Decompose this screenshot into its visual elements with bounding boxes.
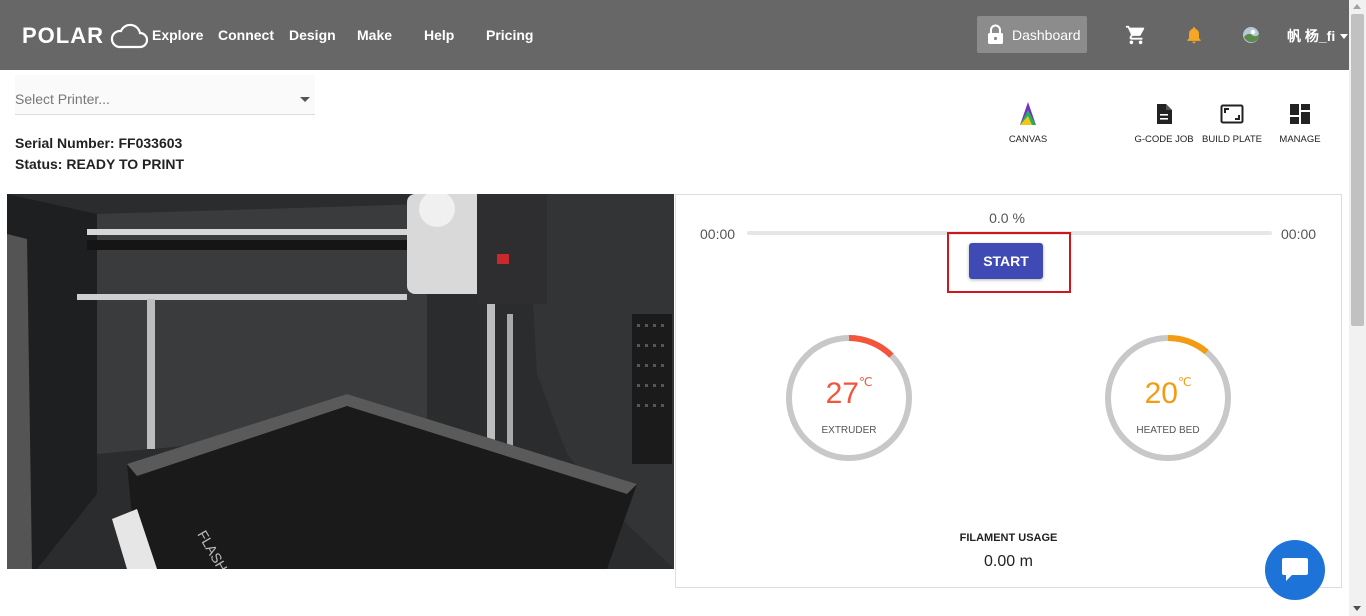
nav-connect[interactable]: Connect <box>218 0 274 70</box>
printer-select-placeholder: Select Printer... <box>15 91 110 107</box>
user-menu[interactable]: 帆 杨_fi <box>1287 26 1349 46</box>
caret-down-icon <box>300 97 310 102</box>
scrollbar-thumb[interactable] <box>1351 14 1364 326</box>
nav-design[interactable]: Design <box>289 0 336 70</box>
scroll-down-arrow-icon[interactable] <box>1353 606 1361 611</box>
heated-bed-gauge: 20℃ HEATED BED <box>1103 333 1233 463</box>
extruder-gauge: 27℃ EXTRUDER <box>784 333 914 463</box>
tool-manage[interactable]: MANAGE <box>1265 100 1335 145</box>
top-navbar: POLAR Explore Connect Design Make Help P… <box>0 0 1366 70</box>
elapsed-time: 00:00 <box>700 226 736 242</box>
camera-feed: FLASHFORGE <box>7 194 674 569</box>
tool-build-plate[interactable]: BUILD PLATE <box>1197 100 1267 145</box>
printer-select[interactable]: Select Printer... <box>15 75 315 115</box>
printer-interior-image: FLASHFORGE <box>7 194 674 569</box>
logo-text: POLAR <box>22 23 104 48</box>
lock-icon <box>988 24 1003 44</box>
tool-build-plate-label: BUILD PLATE <box>1201 134 1262 145</box>
polar-logo[interactable]: POLAR <box>22 22 148 50</box>
extruder-temp-unit: ℃ <box>858 375 873 389</box>
serial-number: Serial Number: FF033603 <box>15 135 183 151</box>
filament-usage-value: 0.00 m <box>984 553 1033 570</box>
tool-gcode-job[interactable]: G-CODE JOB <box>1129 100 1199 145</box>
print-control-panel: 00:00 0.0 % 00:00 START 27℃ EXTRUDER 20℃… <box>675 194 1342 588</box>
dashboard-button[interactable]: Dashboard <box>977 16 1087 53</box>
progress-percent: 0.0 % <box>989 210 1025 226</box>
bed-temp: 20℃ <box>1103 375 1233 411</box>
nav-pricing[interactable]: Pricing <box>486 0 533 70</box>
canvas-icon <box>1020 102 1036 125</box>
start-button[interactable]: START <box>969 243 1043 279</box>
nav-help[interactable]: Help <box>424 0 454 70</box>
dashboard-label: Dashboard <box>1012 26 1081 43</box>
printer-status: Status: READY TO PRINT <box>15 156 185 172</box>
bell-icon[interactable] <box>1184 24 1204 46</box>
filament-usage-label: FILAMENT USAGE <box>959 532 1058 544</box>
tool-gcode-label: G-CODE JOB <box>1134 134 1194 145</box>
cart-icon[interactable] <box>1125 24 1147 46</box>
chat-button[interactable] <box>1265 540 1325 600</box>
tool-manage-label: MANAGE <box>1279 134 1321 145</box>
nav-explore[interactable]: Explore <box>152 0 203 70</box>
cloud-icon <box>110 23 148 49</box>
tool-canvas[interactable]: CANVAS <box>993 100 1063 145</box>
extruder-temp-value: 27 <box>825 377 859 410</box>
crop-frame-icon <box>1220 104 1244 124</box>
chat-bubble-icon <box>1282 558 1308 581</box>
bed-temp-value: 20 <box>1144 377 1178 410</box>
bed-temp-unit: ℃ <box>1177 375 1192 389</box>
extruder-label: EXTRUDER <box>821 425 877 436</box>
caret-down-icon <box>1340 33 1349 39</box>
nav-make[interactable]: Make <box>357 0 392 70</box>
dashboard-grid-icon <box>1290 104 1310 124</box>
scroll-up-arrow-icon[interactable] <box>1353 4 1361 9</box>
remaining-time: 00:00 <box>1281 226 1317 242</box>
user-name: 帆 杨_fi <box>1287 28 1336 44</box>
file-icon <box>1157 104 1172 124</box>
heated-bed-label: HEATED BED <box>1136 425 1200 436</box>
extruder-temp: 27℃ <box>784 375 914 411</box>
tool-canvas-label: CANVAS <box>1008 134 1048 145</box>
avatar[interactable] <box>1242 26 1260 44</box>
